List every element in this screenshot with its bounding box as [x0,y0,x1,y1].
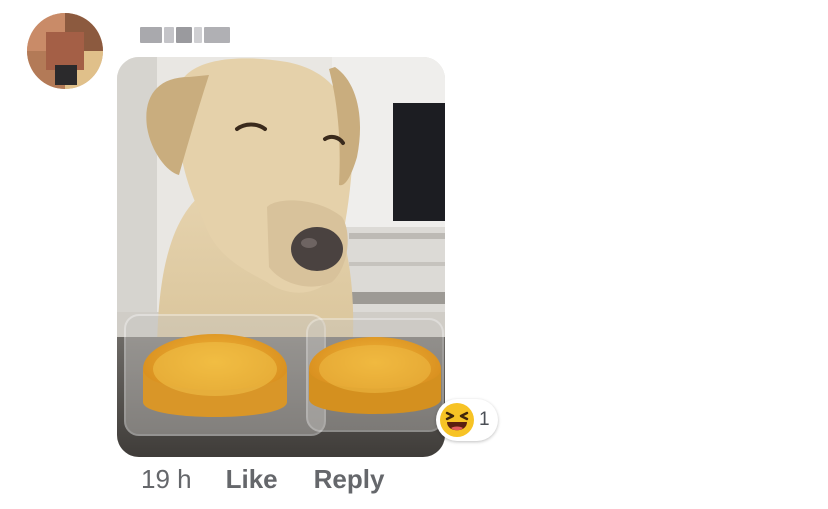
avatar[interactable] [27,13,103,89]
laughing-face-icon [439,402,475,438]
reaction-count: 1 [479,409,490,430]
comment-actions: 19 h Like Reply [141,464,384,495]
dog-mooncake-photo [117,57,445,457]
name-blur-block [164,27,174,43]
comment-photo[interactable] [117,57,445,457]
name-blur-block [140,27,162,43]
reply-button[interactable]: Reply [314,464,385,495]
avatar-pixel [55,65,77,85]
author-name-blurred[interactable] [140,20,230,50]
name-blur-block [194,27,202,43]
name-blur-block [204,27,230,43]
reaction-summary[interactable]: 1 [436,399,498,441]
name-blur-block [176,27,192,43]
comment-timestamp: 19 h [141,464,192,494]
like-button[interactable]: Like [226,464,278,495]
